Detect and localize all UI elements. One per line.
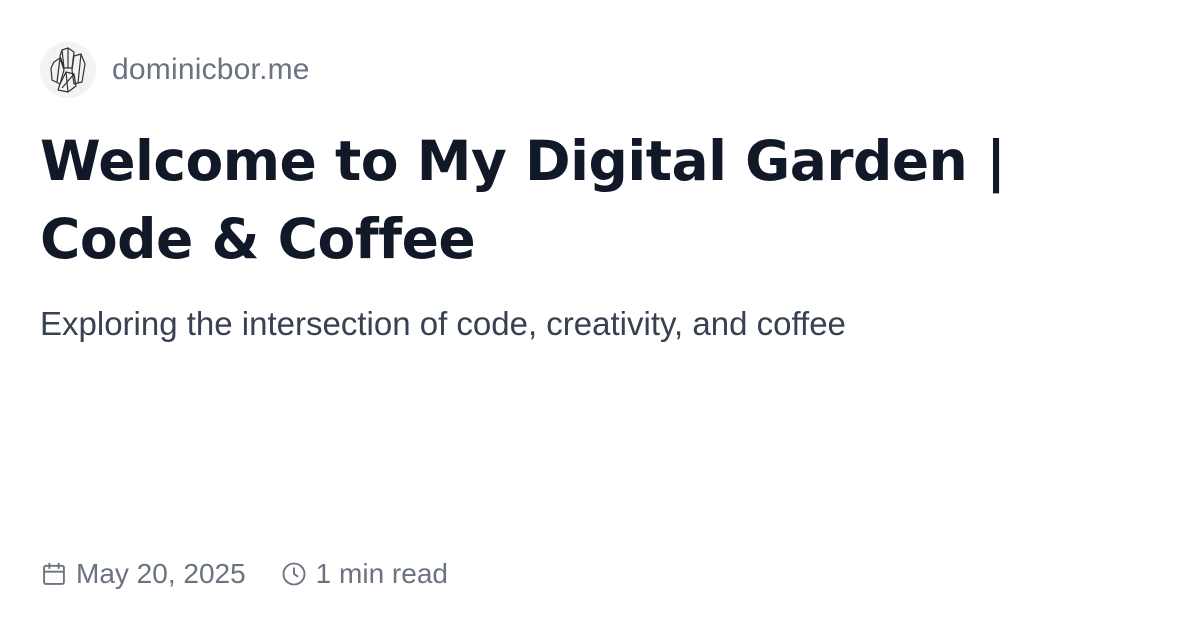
read-time-text: 1 min read — [315, 558, 448, 589]
post-meta: May 20, 2025 1 min read — [40, 556, 448, 592]
post-title: Welcome to My Digital Garden | Code & Co… — [40, 129, 1006, 271]
post-description: Exploring the intersection of code, crea… — [40, 305, 846, 342]
site-name[interactable]: dominicbor.me — [112, 53, 310, 87]
crystal-icon — [50, 47, 86, 93]
read-time: 1 min read — [280, 558, 448, 590]
site-logo — [40, 42, 96, 98]
og-card: dominicbor.me Welcome to My Digital Gard… — [0, 0, 1200, 630]
post-date-text: May 20, 2025 — [76, 558, 246, 589]
post-date: May 20, 2025 — [40, 558, 246, 590]
clock-icon — [280, 560, 308, 588]
calendar-icon — [40, 560, 68, 588]
site-header: dominicbor.me — [40, 42, 310, 98]
